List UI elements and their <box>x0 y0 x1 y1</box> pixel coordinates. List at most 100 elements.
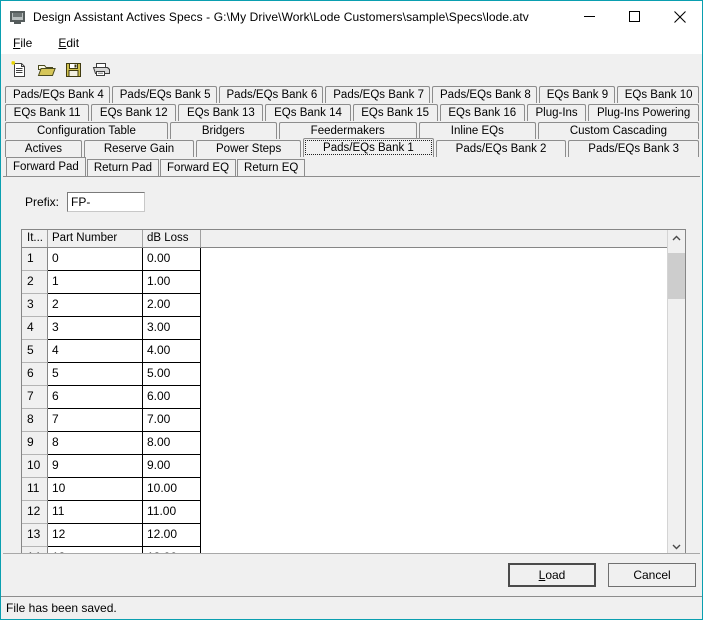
tab-plug-ins-powering[interactable]: Plug-Ins Powering <box>588 104 699 121</box>
tab-pads-eqs-bank-6[interactable]: Pads/EQs Bank 6 <box>218 86 324 103</box>
row-index-cell[interactable]: 1 <box>22 248 48 271</box>
part-number-cell[interactable]: 8 <box>48 432 143 455</box>
open-folder-icon[interactable] <box>34 57 59 81</box>
grid-header-index[interactable]: It... <box>22 230 48 247</box>
row-index-cell[interactable]: 6 <box>22 363 48 386</box>
db-loss-cell[interactable]: 2.00 <box>143 294 201 317</box>
row-index-cell[interactable]: 13 <box>22 524 48 547</box>
grid-header-db-loss[interactable]: dB Loss <box>143 230 201 247</box>
table-row[interactable]: 10 9 9.00 <box>22 455 667 478</box>
maximize-button[interactable] <box>612 1 657 32</box>
tab-eqs-bank-13[interactable]: EQs Bank 13 <box>178 104 264 121</box>
tab-configuration-table[interactable]: Configuration Table <box>5 122 168 139</box>
tab-pads-eqs-bank-5[interactable]: Pads/EQs Bank 5 <box>111 86 217 103</box>
grid-header-part-number[interactable]: Part Number <box>48 230 143 247</box>
part-number-cell[interactable]: 6 <box>48 386 143 409</box>
tab-feedermakers[interactable]: Feedermakers <box>278 122 417 139</box>
tab-pads-eqs-bank-4[interactable]: Pads/EQs Bank 4 <box>5 86 110 103</box>
print-icon[interactable] <box>88 57 113 81</box>
part-number-cell[interactable]: 2 <box>48 294 143 317</box>
tab-eqs-bank-12[interactable]: EQs Bank 12 <box>91 104 177 121</box>
tab-pads-eqs-bank-8[interactable]: Pads/EQs Bank 8 <box>432 86 537 103</box>
tab-power-steps[interactable]: Power Steps <box>196 140 302 157</box>
db-loss-cell[interactable]: 9.00 <box>143 455 201 478</box>
db-loss-cell[interactable]: 10.00 <box>143 478 201 501</box>
part-number-cell[interactable]: 11 <box>48 501 143 524</box>
grid-vertical-scrollbar[interactable] <box>667 230 685 555</box>
tab-eqs-bank-11[interactable]: EQs Bank 11 <box>5 104 90 121</box>
tab-eqs-bank-14[interactable]: EQs Bank 14 <box>265 104 351 121</box>
part-number-cell[interactable]: 3 <box>48 317 143 340</box>
part-number-cell[interactable]: 4 <box>48 340 143 363</box>
minimize-button[interactable] <box>567 1 612 32</box>
part-number-cell[interactable]: 9 <box>48 455 143 478</box>
tab-pads-eqs-bank-2[interactable]: Pads/EQs Bank 2 <box>435 140 567 157</box>
row-index-cell[interactable]: 3 <box>22 294 48 317</box>
tab-actives[interactable]: Actives <box>5 140 82 157</box>
tab-pads-eqs-bank-7[interactable]: Pads/EQs Bank 7 <box>325 86 430 103</box>
tab-inline-eqs[interactable]: Inline EQs <box>418 122 536 139</box>
db-loss-cell[interactable]: 5.00 <box>143 363 201 386</box>
tab-reserve-gain[interactable]: Reserve Gain <box>83 140 195 157</box>
tab-eqs-bank-10[interactable]: EQs Bank 10 <box>616 86 699 103</box>
tab-custom-cascading[interactable]: Custom Cascading <box>537 122 699 139</box>
db-loss-cell[interactable]: 1.00 <box>143 271 201 294</box>
new-document-icon[interactable] <box>7 57 32 81</box>
tab-plug-ins[interactable]: Plug-Ins <box>526 104 587 121</box>
subtab-return-eq[interactable]: Return EQ <box>237 159 306 176</box>
chevron-up-icon[interactable] <box>668 230 685 247</box>
save-disk-icon[interactable] <box>61 57 86 81</box>
table-row[interactable]: 1 0 0.00 <box>22 248 667 271</box>
load-button[interactable]: Load <box>508 563 596 587</box>
row-index-cell[interactable]: 12 <box>22 501 48 524</box>
scrollbar-thumb[interactable] <box>668 253 685 299</box>
row-index-cell[interactable]: 2 <box>22 271 48 294</box>
tab-eqs-bank-16[interactable]: EQs Bank 16 <box>439 104 525 121</box>
close-button[interactable] <box>657 1 702 32</box>
menu-file[interactable]: File <box>11 35 34 51</box>
prefix-input[interactable] <box>67 192 146 212</box>
db-loss-cell[interactable]: 12.00 <box>143 524 201 547</box>
part-number-cell[interactable]: 1 <box>48 271 143 294</box>
row-index-cell[interactable]: 9 <box>22 432 48 455</box>
db-loss-cell[interactable]: 7.00 <box>143 409 201 432</box>
row-index-cell[interactable]: 10 <box>22 455 48 478</box>
row-index-cell[interactable]: 5 <box>22 340 48 363</box>
row-index-cell[interactable]: 11 <box>22 478 48 501</box>
part-number-cell[interactable]: 5 <box>48 363 143 386</box>
table-row[interactable]: 12 11 11.00 <box>22 501 667 524</box>
db-loss-cell[interactable]: 0.00 <box>143 248 201 271</box>
table-row[interactable]: 5 4 4.00 <box>22 340 667 363</box>
tab-pads-eqs-bank-3[interactable]: Pads/EQs Bank 3 <box>568 140 699 157</box>
scrollbar-track[interactable] <box>668 247 685 538</box>
tab-eqs-bank-15[interactable]: EQs Bank 15 <box>352 104 438 121</box>
row-index-cell[interactable]: 4 <box>22 317 48 340</box>
table-row[interactable]: 9 8 8.00 <box>22 432 667 455</box>
table-row[interactable]: 8 7 7.00 <box>22 409 667 432</box>
subtab-forward-eq[interactable]: Forward EQ <box>160 159 237 176</box>
part-number-cell[interactable]: 10 <box>48 478 143 501</box>
tab-bridgers[interactable]: Bridgers <box>169 122 277 139</box>
cancel-button[interactable]: Cancel <box>608 563 696 587</box>
part-number-cell[interactable]: 12 <box>48 524 143 547</box>
db-loss-cell[interactable]: 8.00 <box>143 432 201 455</box>
subtab-return-pad[interactable]: Return Pad <box>86 159 160 176</box>
table-row[interactable]: 6 5 5.00 <box>22 363 667 386</box>
row-index-cell[interactable]: 8 <box>22 409 48 432</box>
tab-pads-eqs-bank-1[interactable]: Pads/EQs Bank 1 <box>303 138 434 157</box>
db-loss-cell[interactable]: 4.00 <box>143 340 201 363</box>
menu-edit[interactable]: Edit <box>56 35 81 51</box>
db-loss-cell[interactable]: 6.00 <box>143 386 201 409</box>
tab-eqs-bank-9[interactable]: EQs Bank 9 <box>538 86 615 103</box>
table-row[interactable]: 2 1 1.00 <box>22 271 667 294</box>
table-row[interactable]: 7 6 6.00 <box>22 386 667 409</box>
row-index-cell[interactable]: 7 <box>22 386 48 409</box>
db-loss-cell[interactable]: 11.00 <box>143 501 201 524</box>
table-row[interactable]: 13 12 12.00 <box>22 524 667 547</box>
part-number-cell[interactable]: 7 <box>48 409 143 432</box>
table-row[interactable]: 11 10 10.00 <box>22 478 667 501</box>
part-number-cell[interactable]: 0 <box>48 248 143 271</box>
table-row[interactable]: 4 3 3.00 <box>22 317 667 340</box>
table-row[interactable]: 3 2 2.00 <box>22 294 667 317</box>
subtab-forward-pad[interactable]: Forward Pad <box>6 157 86 176</box>
